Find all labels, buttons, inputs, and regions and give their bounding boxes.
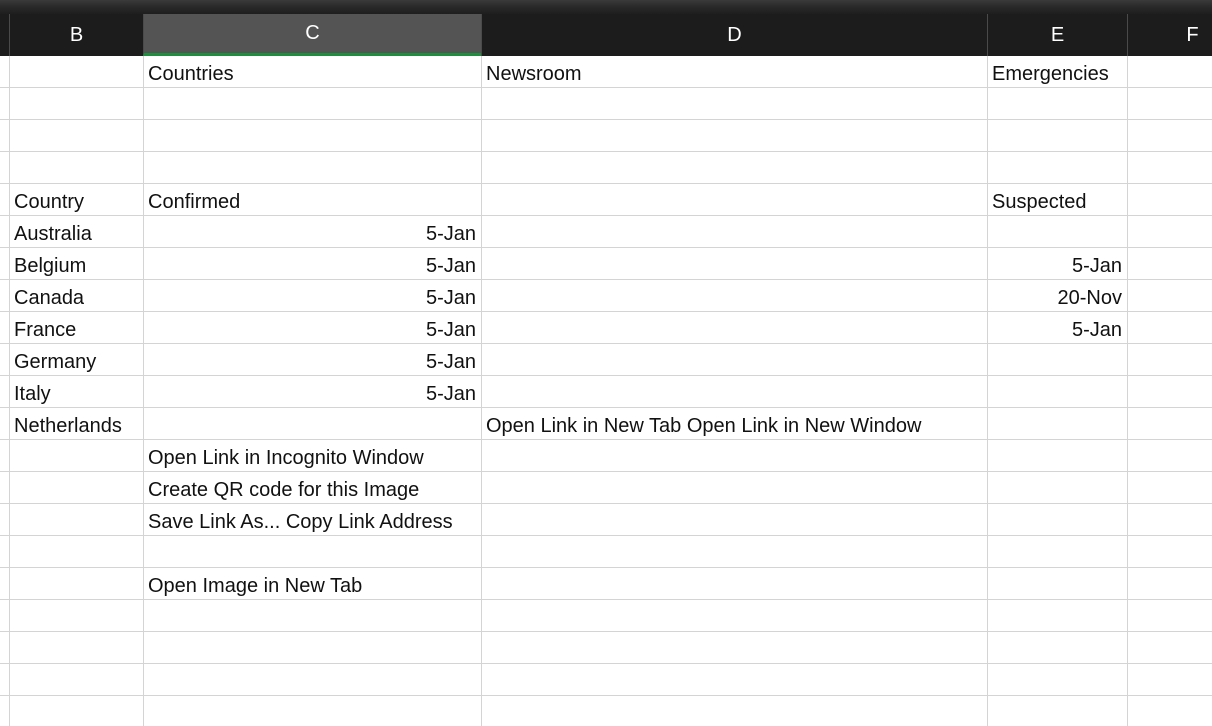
cell-b-row-5[interactable]: Country [9,184,89,216]
cell-c-row-17[interactable]: Open Image in New Tab [143,568,367,600]
grid-line [1127,56,1128,726]
cell-b-row-12[interactable]: Netherlands [9,408,127,440]
cell-c-row-7[interactable]: 5-Jan [143,248,481,280]
cell-d-row-1[interactable]: Newsroom [481,56,587,88]
cell-b-row-7[interactable]: Belgium [9,248,91,280]
cell-d-row-12[interactable]: Open Link in New Tab Open Link in New Wi… [481,408,926,440]
column-header-f[interactable]: F [1127,14,1212,56]
cell-e-row-1[interactable]: Emergencies [987,56,1114,88]
cell-c-row-14[interactable]: Create QR code for this Image [143,472,424,504]
column-header-bar: B C D E F [0,14,1212,56]
cell-b-row-11[interactable]: Italy [9,376,56,408]
cell-b-row-6[interactable]: Australia [9,216,97,248]
cell-c-row-9[interactable]: 5-Jan [143,312,481,344]
column-header-d[interactable]: D [481,14,987,56]
cell-e-row-5[interactable]: Suspected [987,184,1092,216]
cell-b-row-8[interactable]: Canada [9,280,89,312]
grid-line [481,56,482,726]
cell-e-row-9[interactable]: 5-Jan [987,312,1127,344]
cell-e-row-8[interactable]: 20-Nov [987,280,1127,312]
cell-e-row-7[interactable]: 5-Jan [987,248,1127,280]
window-top-strip [0,0,1212,15]
grid-line [987,56,988,726]
column-header-e[interactable]: E [987,14,1127,56]
cell-c-row-5[interactable]: Confirmed [143,184,245,216]
cell-c-row-10[interactable]: 5-Jan [143,344,481,376]
cell-c-row-13[interactable]: Open Link in Incognito Window [143,440,429,472]
column-header-b[interactable]: B [9,14,143,56]
cell-c-row-15[interactable]: Save Link As... Copy Link Address [143,504,458,536]
column-header-c[interactable]: C [143,14,481,56]
cell-c-row-6[interactable]: 5-Jan [143,216,481,248]
cell-b-row-9[interactable]: France [9,312,81,344]
cell-c-row-8[interactable]: 5-Jan [143,280,481,312]
cell-c-row-11[interactable]: 5-Jan [143,376,481,408]
cell-c-row-1[interactable]: Countries [143,56,239,88]
cell-b-row-10[interactable]: Germany [9,344,101,376]
